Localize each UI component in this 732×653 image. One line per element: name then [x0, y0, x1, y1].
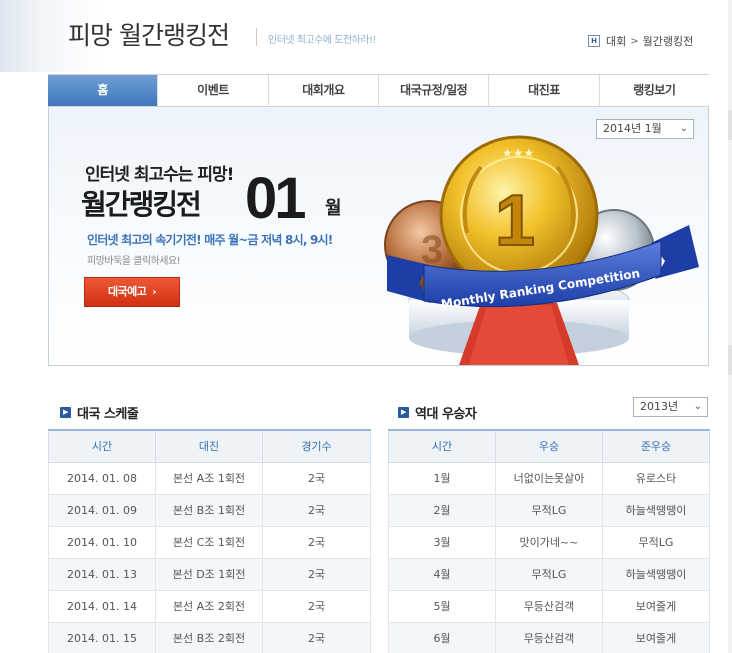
table-row: 2014. 01. 14 본선 A조 2회전 2국 — [48, 589, 371, 623]
main-tab-bar: 홈 이벤트 대회개요 대국규정/일정 대진표 랭킹보기 — [48, 74, 709, 107]
table-cell: 2국 — [262, 621, 371, 653]
schedule-section-header: ▶ 대국 스케줄 — [60, 403, 139, 422]
banner-month-unit: 월 — [325, 198, 342, 219]
table-cell: 보여줄게 — [602, 589, 710, 623]
medal-number: 1 — [495, 181, 535, 261]
match-preview-label: 대국예고 — [107, 285, 147, 298]
tab-home[interactable]: 홈 — [48, 75, 158, 106]
banner-description: 인터넷 최고의 속기기전! 매주 월~금 저녁 8시, 9시! — [87, 233, 333, 247]
year-select[interactable]: 2013년 ⌄ — [633, 397, 708, 417]
table-cell: 유로스타 — [602, 461, 710, 495]
arrow-right-icon: › — [152, 287, 157, 298]
table-row: 2014. 01. 15 본선 B조 2회전 2국 — [48, 621, 371, 653]
table-cell: 무적LG — [602, 525, 710, 559]
table-row: 4월 무적LG 하늘색땡땡이 — [388, 557, 710, 591]
column-header: 준우승 — [602, 429, 710, 463]
breadcrumb-parent[interactable]: 대회 — [606, 33, 626, 49]
schedule-section-title: 대국 스케줄 — [77, 407, 139, 422]
tab-bracket[interactable]: 대진표 — [488, 75, 598, 106]
table-cell: 너없이는못살아 — [495, 461, 603, 495]
banner-headline: 인터넷 최고수는 피망! — [85, 165, 234, 185]
banner-title: 월간랭킹전 — [81, 188, 202, 221]
medal-podium-illustration: 3 1 ★★★ Monthly Ranking Competition — [384, 135, 699, 365]
table-cell: 2014. 01. 08 — [48, 461, 156, 495]
table-cell: 하늘색땡땡이 — [602, 493, 710, 527]
table-cell: 1월 — [388, 461, 496, 495]
winners-section-title: 역대 우승자 — [415, 407, 477, 422]
match-preview-button[interactable]: 대국예고 › — [84, 277, 180, 307]
year-select-value: 2013년 — [640, 400, 679, 413]
title-divider — [256, 28, 257, 46]
table-cell: 본선 B조 1회전 — [155, 493, 263, 527]
breadcrumb-arrow-icon: > — [630, 35, 639, 47]
tab-ranking[interactable]: 랭킹보기 — [598, 75, 709, 106]
table-cell: 본선 A조 2회전 — [155, 589, 263, 623]
table-cell: 2014. 01. 14 — [48, 589, 156, 623]
chevron-down-icon: ⌄ — [693, 401, 702, 412]
table-cell: 3월 — [388, 525, 496, 559]
table-cell: 4월 — [388, 557, 496, 591]
table-cell: 2국 — [262, 525, 371, 559]
section-bullet-icon: ▶ — [60, 407, 71, 418]
table-cell: 무적LG — [495, 493, 603, 527]
tab-event[interactable]: 이벤트 — [157, 75, 267, 106]
column-header: 시간 — [388, 429, 496, 463]
page-header: 피망 월간랭킹전 인터넷 최고수에 도전하라!! H 대회 > 월간랭킹전 — [0, 0, 732, 72]
table-cell: 본선 C조 1회전 — [155, 525, 263, 559]
winners-table-header: 시간 우승 준우승 — [388, 429, 710, 463]
table-cell: 무등산검객 — [495, 621, 603, 653]
winners-table: 시간 우승 준우승 1월 너없이는못살아 유로스타 2월 무적LG 하늘색땡땡이… — [388, 429, 710, 653]
breadcrumb: H 대회 > 월간랭킹전 — [588, 33, 693, 49]
winners-section-header: ▶ 역대 우승자 — [398, 403, 477, 422]
table-cell: 무적LG — [495, 557, 603, 591]
table-cell: 본선 A조 1회전 — [155, 461, 263, 495]
section-bullet-icon: ▶ — [398, 407, 409, 418]
column-header: 대진 — [155, 429, 263, 463]
tab-rules-schedule[interactable]: 대국규정/일정 — [377, 75, 488, 106]
table-cell: 무등산검객 — [495, 589, 603, 623]
table-row: 2014. 01. 09 본선 B조 1회전 2국 — [48, 493, 371, 527]
schedule-table-header: 시간 대진 경기수 — [48, 429, 371, 463]
banner-note: 피망바둑을 클릭하세요! — [87, 256, 181, 267]
table-cell: 2월 — [388, 493, 496, 527]
column-header: 우승 — [495, 429, 603, 463]
window-edge-mark — [728, 345, 732, 375]
column-header: 시간 — [48, 429, 156, 463]
page-subtitle: 인터넷 최고수에 도전하라!! — [268, 35, 377, 46]
table-row: 1월 너없이는못살아 유로스타 — [388, 461, 710, 495]
table-cell: 2국 — [262, 461, 371, 495]
table-cell: 6월 — [388, 621, 496, 653]
page-title: 피망 월간랭킹전 — [68, 21, 230, 50]
home-icon[interactable]: H — [588, 35, 600, 47]
table-row: 2014. 01. 13 본선 D조 1회전 2국 — [48, 557, 371, 591]
star-icon: ★★★ — [502, 146, 534, 160]
column-header: 경기수 — [262, 429, 371, 463]
table-cell: 5월 — [388, 589, 496, 623]
table-cell: 2014. 01. 10 — [48, 525, 156, 559]
schedule-table: 시간 대진 경기수 2014. 01. 08 본선 A조 1회전 2국 2014… — [48, 429, 371, 653]
banner-month-number: 01 — [245, 166, 306, 231]
breadcrumb-current: 월간랭킹전 — [642, 35, 694, 48]
table-cell: 본선 B조 2회전 — [155, 621, 263, 653]
table-row: 2014. 01. 10 본선 C조 1회전 2국 — [48, 525, 371, 559]
table-cell: 본선 D조 1회전 — [155, 557, 263, 591]
table-cell: 하늘색땡땡이 — [602, 557, 710, 591]
table-cell: 2국 — [262, 589, 371, 623]
table-row: 3월 맛이가네~~ 무적LG — [388, 525, 710, 559]
table-cell: 2014. 01. 15 — [48, 621, 156, 653]
tab-overview[interactable]: 대회개요 — [267, 75, 378, 106]
table-row: 5월 무등산검객 보여줄게 — [388, 589, 710, 623]
table-row: 2월 무적LG 하늘색땡땡이 — [388, 493, 710, 527]
table-row: 6월 무등산검객 보여줄게 — [388, 621, 710, 653]
hero-banner: 2014년 1월 ⌄ 인터넷 최고수는 피망! 월간랭킹전 01 월 인터넷 최… — [48, 107, 709, 366]
table-cell: 2국 — [262, 557, 371, 591]
table-cell: 2014. 01. 09 — [48, 493, 156, 527]
window-edge-mark — [728, 110, 732, 140]
table-row: 2014. 01. 08 본선 A조 1회전 2국 — [48, 461, 371, 495]
table-cell: 2014. 01. 13 — [48, 557, 156, 591]
table-cell: 보여줄게 — [602, 621, 710, 653]
window-edge — [728, 0, 732, 653]
table-cell: 2국 — [262, 493, 371, 527]
table-cell: 맛이가네~~ — [495, 525, 603, 559]
